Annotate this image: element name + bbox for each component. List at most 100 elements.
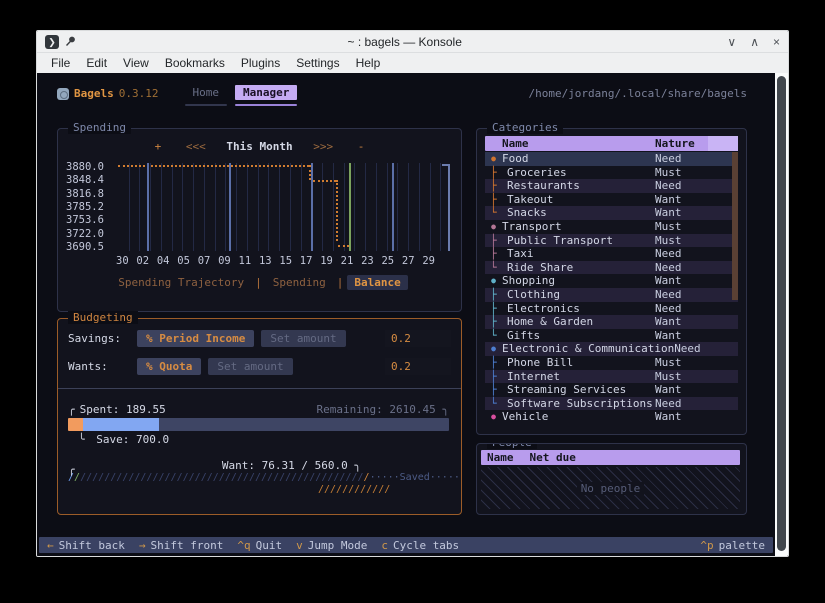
category-row[interactable]: ├TakeoutWant (485, 193, 738, 207)
shortcut-quit[interactable]: ^qQuit (237, 539, 282, 552)
wants-percent-quota-button[interactable]: % Quota (137, 358, 201, 375)
category-row[interactable]: ├TaxiNeed (485, 247, 738, 261)
period-label: This Month (226, 140, 292, 153)
category-name-cell: ●Shopping (485, 274, 655, 288)
column-header-net-due: Net due (530, 450, 576, 465)
window-titlebar[interactable]: ❯ ~ : bagels — Konsole ∨ ∧ × (37, 31, 788, 53)
category-row[interactable]: └Software SubscriptionsNeed (485, 397, 738, 411)
terminal-scrollbar[interactable] (775, 73, 788, 556)
shortcut-palette[interactable]: ^ppalette (700, 539, 765, 552)
zoom-out-button[interactable]: - (358, 140, 365, 153)
menu-item-file[interactable]: File (43, 55, 78, 71)
category-name: Food (502, 152, 529, 166)
x-tick-label: 04 (157, 255, 170, 267)
category-name: Home & Garden (502, 315, 593, 329)
category-row[interactable]: ●ShoppingWant (485, 274, 738, 288)
konsole-app-icon: ❯ (45, 35, 59, 49)
category-row[interactable]: ●Electronic & CommunicationNeed (485, 342, 738, 356)
next-period-button[interactable]: >>> (313, 140, 333, 153)
category-nature: Need (655, 261, 738, 275)
category-row[interactable]: ├ClothingNeed (485, 288, 738, 302)
app-name: Bagels (74, 87, 114, 100)
wants-value-input[interactable]: 0.2 (385, 358, 451, 375)
tree-branch-icon: ├ (485, 383, 502, 397)
category-row[interactable]: ├Streaming ServicesWant (485, 383, 738, 397)
category-row[interactable]: ●FoodNeed (485, 152, 738, 166)
category-row[interactable]: ├GroceriesMust (485, 166, 738, 180)
tab-manager[interactable]: Manager (235, 85, 297, 106)
savings-value-input[interactable]: 0.2 (385, 330, 451, 347)
category-name-cell: ├Electronics (485, 302, 655, 316)
close-button[interactable]: × (773, 35, 780, 49)
want-spent-hatch: //////////// (68, 484, 449, 496)
people-empty-text: No people (577, 482, 645, 495)
category-row[interactable]: ├RestaurantsNeed (485, 179, 738, 193)
category-nature: Want (655, 206, 738, 220)
savings-percent-income-button[interactable]: % Period Income (137, 330, 254, 347)
tab-home[interactable]: Home (185, 85, 228, 106)
wants-label: Wants: (68, 360, 130, 373)
chart-tab-balance[interactable]: Balance (347, 275, 407, 290)
category-row[interactable]: ●TransportMust (485, 220, 738, 234)
x-tick-label: 11 (239, 255, 252, 267)
category-row[interactable]: └Ride ShareNeed (485, 261, 738, 275)
chart-gridline (365, 163, 366, 251)
terminal-scrollbar-thumb[interactable] (777, 76, 786, 551)
menu-item-help[interactable]: Help (348, 55, 389, 71)
chart-gridline (236, 163, 237, 251)
category-name: Phone Bill (502, 356, 573, 370)
wants-set-amount-button[interactable]: Set amount (208, 358, 292, 375)
shortcut-shift-front[interactable]: →Shift front (139, 539, 223, 552)
app-header: Bagels 0.3.12 HomeManager /home/jordang/… (57, 85, 747, 121)
minimize-button[interactable]: ∨ (727, 35, 736, 49)
category-name: Takeout (502, 193, 553, 207)
category-row[interactable]: ●VehicleWant (485, 410, 738, 424)
prev-period-button[interactable]: <<< (186, 140, 206, 153)
category-row[interactable]: ├Public TransportMust (485, 234, 738, 248)
konsole-window: ❯ ~ : bagels — Konsole ∨ ∧ × FileEditVie… (36, 30, 789, 557)
chart-gridline (322, 163, 323, 251)
chart-gridline (430, 163, 431, 251)
category-row[interactable]: ├ElectronicsNeed (485, 302, 738, 316)
menu-item-plugins[interactable]: Plugins (233, 55, 288, 71)
x-tick-label: 17 (300, 255, 313, 267)
category-row[interactable]: ├InternetMust (485, 370, 738, 384)
corner-icon: ╭ (68, 403, 75, 416)
zoom-in-button[interactable]: + (155, 140, 162, 153)
menu-item-edit[interactable]: Edit (78, 55, 115, 71)
chart-tab-spending-trajectory[interactable]: Spending Trajectory (111, 275, 251, 290)
categories-panel-title: Categories (487, 121, 563, 134)
maximize-button[interactable]: ∧ (750, 35, 759, 49)
category-row[interactable]: ├Home & GardenWant (485, 315, 738, 329)
category-nature: Must (655, 234, 738, 248)
chart-x-axis: 30020405070911131517192123252729 (116, 255, 435, 267)
category-nature: Must (655, 370, 738, 384)
menu-item-bookmarks[interactable]: Bookmarks (157, 55, 233, 71)
column-header-name: Name (485, 136, 655, 151)
chart-tab-spending[interactable]: Spending (266, 275, 333, 290)
menu-item-settings[interactable]: Settings (288, 55, 347, 71)
shortcut-jump-mode[interactable]: vJump Mode (296, 539, 367, 552)
category-name: Electronic & Communication (502, 342, 674, 356)
shortcut-shift-back[interactable]: ←Shift back (47, 539, 125, 552)
shortcut-cycle-tabs[interactable]: cCycle tabs (381, 539, 459, 552)
savings-set-amount-button[interactable]: Set amount (261, 330, 345, 347)
category-row[interactable]: ├Phone BillMust (485, 356, 738, 370)
week-marker-line (229, 163, 231, 251)
category-row[interactable]: └SnacksWant (485, 206, 738, 220)
x-tick-label: 02 (136, 255, 149, 267)
menu-item-view[interactable]: View (115, 55, 157, 71)
tree-branch-icon: ├ (485, 166, 502, 180)
chart-gridline (247, 163, 248, 251)
tree-branch-icon: └ (485, 397, 502, 411)
chart-right-boundary (442, 164, 450, 251)
shortcut-key: ^p (700, 539, 713, 552)
shortcut-key: v (296, 539, 303, 552)
category-nature: Need (655, 397, 738, 411)
spent-segment (68, 418, 83, 431)
categories-scrollbar[interactable] (732, 152, 738, 300)
app-version: 0.3.12 (119, 87, 159, 100)
category-nature: Want (655, 383, 738, 397)
category-row[interactable]: └GiftsWant (485, 329, 738, 343)
y-tick-label: 3722.0 (66, 228, 112, 240)
